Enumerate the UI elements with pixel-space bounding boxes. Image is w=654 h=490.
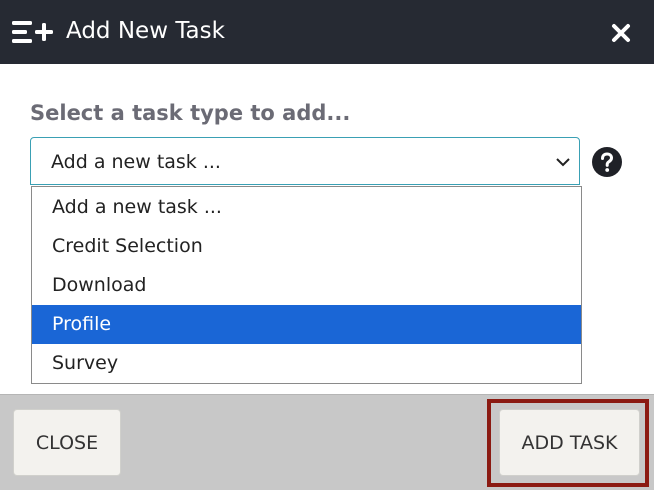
help-icon[interactable] bbox=[592, 147, 622, 177]
close-icon[interactable] bbox=[609, 21, 633, 45]
dialog-header: Add New Task bbox=[0, 0, 654, 64]
task-type-options: Add a new task ... Credit Selection Down… bbox=[31, 186, 582, 384]
chevron-down-icon bbox=[556, 158, 570, 167]
option-download[interactable]: Download bbox=[32, 266, 581, 305]
option-credit-selection[interactable]: Credit Selection bbox=[32, 227, 581, 266]
add-task-button[interactable]: ADD TASK bbox=[499, 409, 640, 476]
list-add-icon bbox=[12, 21, 53, 43]
option-survey[interactable]: Survey bbox=[32, 344, 581, 383]
task-type-label: Select a task type to add... bbox=[30, 101, 351, 125]
close-button[interactable]: CLOSE bbox=[13, 409, 121, 476]
task-type-select[interactable]: Add a new task ... bbox=[30, 137, 580, 185]
dialog-footer: CLOSE ADD TASK bbox=[0, 394, 654, 490]
option-profile[interactable]: Profile bbox=[32, 305, 581, 344]
option-add-new-task[interactable]: Add a new task ... bbox=[32, 187, 581, 227]
dialog-title: Add New Task bbox=[66, 18, 225, 44]
add-task-dialog: Add New Task Select a task type to add..… bbox=[0, 0, 654, 490]
select-value: Add a new task ... bbox=[51, 151, 221, 173]
